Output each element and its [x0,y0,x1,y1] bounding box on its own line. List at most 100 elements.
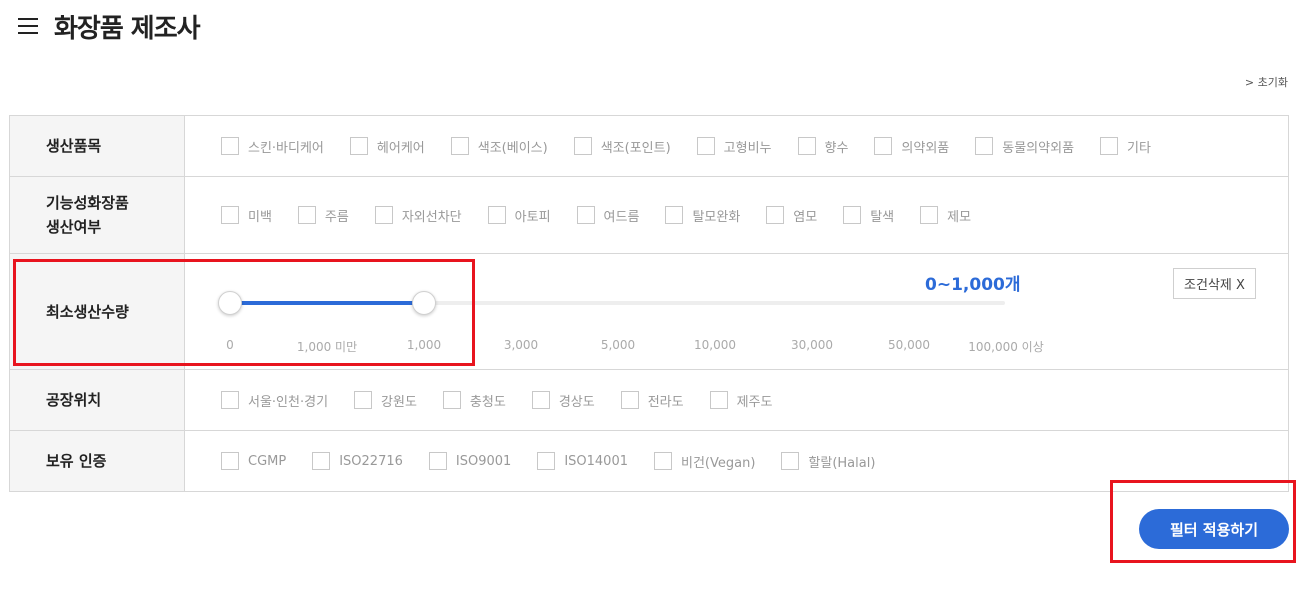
checkbox[interactable] [349,137,368,155]
option-label: 탈색 [870,209,895,225]
row-cert: 보유 인증 CGMP ISO22716 ISO9001 ISO14001 비건(Vega… [9,431,1289,492]
checkbox[interactable] [297,206,316,224]
slider-track[interactable] [229,301,1005,305]
checkbox[interactable] [665,206,684,224]
option-label: 염모 [793,209,818,225]
checkbox[interactable] [442,391,461,409]
option-cert-2[interactable]: ISO9001 [428,452,512,470]
checkbox[interactable] [354,391,373,409]
row-label-quantity: 최소생산수량 [10,254,185,369]
checkbox[interactable] [843,206,862,224]
option-product-3[interactable]: 색조(포인트) [573,137,671,156]
option-functional-0[interactable]: 미백 [221,206,272,225]
row-quantity: 최소생산수량 0~1,000개 조건삭제 X 0 1,000 미만 1,000 3,0… [9,254,1289,370]
option-factory-4[interactable]: 전라도 [620,391,684,410]
checkbox[interactable] [781,452,800,470]
option-product-2[interactable]: 색조(베이스) [450,137,548,156]
option-label: 고형비누 [723,140,772,156]
option-cert-1[interactable]: ISO22716 [312,452,403,470]
apply-filter-button[interactable]: 필터 적용하기 [1139,509,1289,549]
option-label: 할랄(Halal) [808,455,876,471]
checkbox[interactable] [531,391,550,409]
clear-condition-button[interactable]: 조건삭제 X [1173,268,1256,299]
option-label: 서울·인천·경기 [248,394,329,410]
checkbox[interactable] [576,206,595,224]
option-label: 색조(베이스) [477,140,548,156]
option-factory-5[interactable]: 제주도 [709,391,773,410]
row-label-product: 생산품목 [10,116,185,176]
checkbox[interactable] [975,137,994,155]
option-product-5[interactable]: 향수 [797,137,849,156]
checkbox[interactable] [450,137,469,155]
checkbox[interactable] [221,391,239,409]
option-product-4[interactable]: 고형비누 [696,137,772,156]
option-product-7[interactable]: 동물의약외품 [975,137,1074,156]
checkbox[interactable] [221,206,239,224]
slider-fill [230,301,424,305]
option-product-1[interactable]: 헤어케어 [349,137,425,156]
option-functional-8[interactable]: 제모 [920,206,971,225]
slider-handle-max[interactable] [412,291,436,315]
option-label: 비건(Vegan) [681,455,756,471]
option-label: 스킨·바디케어 [248,140,324,156]
option-cert-0[interactable]: CGMP [221,452,286,470]
option-functional-4[interactable]: 여드름 [576,206,639,225]
checkbox[interactable] [709,391,728,409]
option-label: 색조(포인트) [600,140,671,156]
hamburger-menu-icon[interactable] [18,18,38,34]
checkbox[interactable] [374,206,393,224]
checkbox[interactable] [654,452,672,470]
checkbox[interactable] [221,452,239,470]
option-label: 강원도 [381,394,417,410]
option-functional-7[interactable]: 탈색 [843,206,894,225]
option-factory-0[interactable]: 서울·인천·경기 [221,391,328,410]
option-label: 경상도 [558,394,595,410]
checkbox[interactable] [312,452,331,470]
option-cert-5[interactable]: 할랄(Halal) [781,452,875,471]
option-label: ISO9001 [455,453,512,469]
checkbox[interactable] [766,206,785,224]
option-factory-1[interactable]: 강원도 [354,391,417,410]
option-functional-2[interactable]: 자외선차단 [374,206,462,225]
option-label: ISO22716 [339,453,403,469]
checkbox[interactable] [1100,137,1119,155]
checkbox[interactable] [696,137,715,155]
option-label: 동물의약외품 [1002,140,1075,156]
checkbox[interactable] [573,137,592,155]
slider-tick-label: 5,000 [600,338,636,352]
reset-link[interactable]: > 초기화 [1245,74,1288,90]
option-functional-5[interactable]: 탈모완화 [665,206,740,225]
slider-tick-label: 0 [226,338,234,352]
option-functional-1[interactable]: 주름 [297,206,349,225]
slider-tick-label: 30,000 [791,338,833,352]
option-cert-4[interactable]: 비건(Vegan) [654,452,755,471]
option-label: 전라도 [647,394,684,410]
option-factory-3[interactable]: 경상도 [531,391,595,410]
row-label-factory: 공장위치 [10,370,185,430]
row-label-cert: 보유 인증 [10,431,185,491]
checkbox[interactable] [537,452,556,470]
option-functional-6[interactable]: 염모 [766,206,817,225]
checkbox[interactable] [487,206,506,224]
row-label-functional-line2: 생산여부 [46,218,102,236]
slider-tick-label: 3,000 [503,338,539,352]
checkbox[interactable] [620,391,639,409]
slider-handle-min[interactable] [218,291,242,315]
option-product-8[interactable]: 기타 [1100,137,1151,156]
factory-options: 서울·인천·경기 강원도 충청도 경상도 전라도 제주도 [185,370,1288,430]
row-label-functional-line1: 기능성화장품 [46,194,129,212]
option-product-6[interactable]: 의약외품 [874,137,949,156]
option-cert-3[interactable]: ISO14001 [537,452,628,470]
option-label: 향수 [824,140,849,156]
option-factory-2[interactable]: 충청도 [442,391,506,410]
header: 화장품 제조사 [18,8,201,44]
checkbox[interactable] [428,452,447,470]
checkbox[interactable] [874,137,893,155]
checkbox[interactable] [920,206,939,224]
option-label: 제주도 [736,394,773,410]
checkbox[interactable] [797,137,816,155]
option-product-0[interactable]: 스킨·바디케어 [221,137,324,156]
checkbox[interactable] [221,137,239,155]
option-label: ISO14001 [564,453,628,469]
option-functional-3[interactable]: 아토피 [487,206,551,225]
